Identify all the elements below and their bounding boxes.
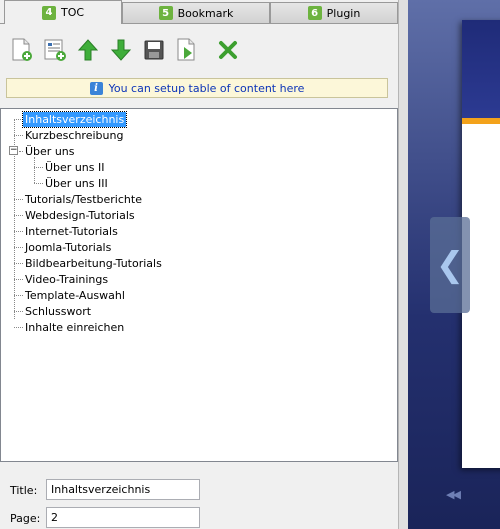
delete-icon <box>219 41 237 59</box>
tree-item[interactable]: Über uns III <box>43 176 110 191</box>
move-down-icon <box>110 39 132 61</box>
previous-page-button[interactable]: ❮ <box>430 217 470 313</box>
tree-connector <box>14 135 23 136</box>
tree-item[interactable]: Über uns <box>23 144 77 159</box>
tree-connector <box>14 247 23 248</box>
tree-connector <box>14 279 23 280</box>
move-up-button[interactable] <box>74 36 102 64</box>
save-button[interactable] <box>140 36 168 64</box>
page-label: Page: <box>10 512 41 525</box>
move-down-button[interactable] <box>107 36 135 64</box>
add-page-button[interactable] <box>8 36 36 64</box>
tree-item[interactable]: Inhalte einreichen <box>23 320 126 335</box>
tree-item[interactable]: Bildbearbeitung-Tutorials <box>23 256 164 271</box>
tab-bookmark[interactable]: 5 Bookmark <box>122 2 270 23</box>
save-icon <box>144 40 164 60</box>
tree-item[interactable]: Über uns II <box>43 160 106 175</box>
page-accent-band <box>462 118 500 124</box>
tree-connector <box>14 215 23 216</box>
tree-connector <box>14 119 23 120</box>
export-icon <box>177 38 195 61</box>
tab-label: TOC <box>60 6 85 19</box>
tab-number-badge: 5 <box>158 6 173 20</box>
tree-connector <box>14 231 23 232</box>
tree-connector <box>14 295 23 296</box>
tree-connector <box>34 183 43 184</box>
tab-toc[interactable]: 4 TOC <box>4 0 122 24</box>
add-child-icon <box>44 39 66 61</box>
info-text: You can setup table of content here <box>108 81 305 95</box>
info-bar: i You can setup table of content here <box>6 78 388 98</box>
tree-connector <box>14 199 23 200</box>
toc-toolbar <box>8 36 247 64</box>
tree-item[interactable]: Schlusswort <box>23 304 93 319</box>
page-input[interactable] <box>46 507 200 528</box>
tab-label: Bookmark <box>177 6 234 20</box>
tab-label: Plugin <box>326 6 361 20</box>
tree-connector <box>34 157 35 183</box>
tree-item[interactable]: Inhaltsverzeichnis <box>21 111 128 128</box>
title-input[interactable] <box>46 479 200 500</box>
page-header-band <box>462 20 500 118</box>
chevron-left-icon: ❮ <box>435 245 465 285</box>
tree-connector <box>14 327 23 328</box>
tab-bar: 4 TOC 5 Bookmark 6 Plugin <box>0 0 398 24</box>
tab-number-badge: 6 <box>307 6 322 20</box>
delete-button[interactable] <box>214 36 242 64</box>
export-button[interactable] <box>173 36 201 64</box>
tree-item[interactable]: Template-Auswahl <box>23 288 127 303</box>
tree-item[interactable]: Video-Trainings <box>23 272 110 287</box>
panel-splitter[interactable] <box>398 0 408 529</box>
rewind-icon[interactable]: ◀◀ <box>446 488 461 501</box>
tree-connector <box>14 311 23 312</box>
tab-number-badge: 4 <box>41 5 56 20</box>
toc-tree[interactable]: − Inhaltsverzeichnis Kurzbeschreibung Üb… <box>0 108 398 462</box>
tab-plugin[interactable]: 6 Plugin <box>270 2 398 23</box>
add-child-button[interactable] <box>41 36 69 64</box>
tree-item[interactable]: Joomla-Tutorials <box>23 240 113 255</box>
tree-item[interactable]: Webdesign-Tutorials <box>23 208 137 223</box>
title-label: Title: <box>10 484 38 497</box>
tree-connector <box>14 263 23 264</box>
collapse-toggle[interactable]: − <box>9 146 18 155</box>
move-up-icon <box>77 39 99 61</box>
tree-item[interactable]: Internet-Tutorials <box>23 224 120 239</box>
add-page-icon <box>12 38 32 61</box>
tree-item[interactable]: Kurzbeschreibung <box>23 128 125 143</box>
tree-connector <box>34 167 43 168</box>
tree-item[interactable]: Tutorials/Testberichte <box>23 192 144 207</box>
info-icon: i <box>89 81 103 95</box>
